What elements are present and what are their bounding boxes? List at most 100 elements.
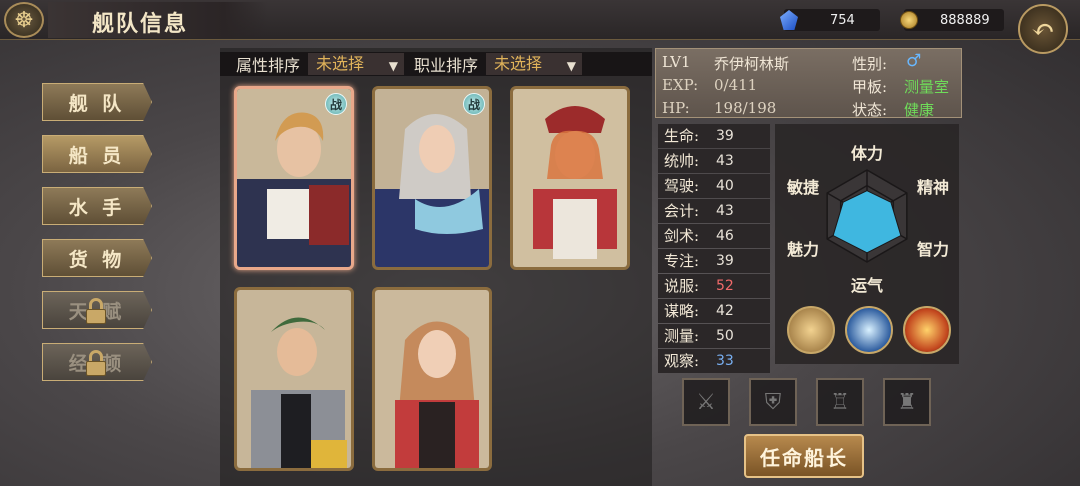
deck-label: 甲板:: [852, 78, 888, 96]
sidebar-item-crew[interactable]: 船 员: [42, 135, 152, 173]
crew-card[interactable]: 战: [234, 86, 354, 270]
status-label: 状态:: [852, 101, 888, 119]
status-value: 健康: [904, 101, 935, 119]
battle-badge: 战: [463, 93, 485, 115]
fire-skill-icon[interactable]: [903, 306, 951, 354]
crew-portrait: [375, 89, 489, 267]
deck-value: 测量室: [904, 78, 950, 96]
stat-value: 40: [716, 177, 734, 194]
stat-value: 42: [716, 302, 734, 319]
exp-label: EXP:: [662, 76, 699, 94]
radar-label: 体力: [851, 144, 884, 163]
job-sort-label: 职业排序: [414, 56, 479, 75]
gold-counter: 888889: [904, 9, 1004, 31]
stat-name: 会计:: [664, 202, 700, 221]
radar-label: 精神: [917, 178, 950, 197]
radar-label: 运气: [851, 276, 884, 295]
ship-wheel-icon[interactable]: ☸: [4, 2, 44, 38]
stat-value: 50: [716, 327, 734, 344]
stat-name: 说服:: [664, 277, 700, 296]
stat-name: 观察:: [664, 352, 700, 371]
radar-panel: 体力 精神 智力 运气 魅力 敏捷: [775, 124, 959, 364]
stat-name: 谋略:: [664, 302, 700, 321]
crew-portrait: [237, 89, 351, 267]
stat-row: 说服: 52: [658, 274, 770, 298]
crew-card[interactable]: [510, 86, 630, 270]
crate-skill-icon[interactable]: [787, 306, 835, 354]
sidebar-item-talent[interactable]: 天 赋: [42, 291, 152, 329]
sidebar-item-label: 船 员: [68, 144, 126, 167]
back-arrow-icon: ↶: [1031, 12, 1055, 46]
stat-row: 观察: 33: [658, 349, 770, 373]
male-icon: ♂: [906, 51, 922, 71]
stat-name: 剑术:: [664, 227, 700, 246]
crew-card[interactable]: [234, 287, 354, 471]
sidebar-item-cargo[interactable]: 货 物: [42, 239, 152, 277]
stat-name: 测量:: [664, 327, 700, 346]
crew-portrait: [375, 290, 489, 468]
gender-label: 性别:: [852, 55, 888, 73]
wind-skill-icon[interactable]: [845, 306, 893, 354]
level-label: LV1: [662, 53, 691, 71]
character-info-card: LV1 乔伊柯林斯 EXP: 0/411 HP: 198/198 性别: ♂ 甲…: [655, 48, 962, 119]
stat-row: 谋略: 42: [658, 299, 770, 323]
sort-bar: 属性排序 未选择 ▼ 职业排序 未选择 ▼: [220, 52, 652, 76]
stat-value: 43: [716, 202, 734, 219]
gold-count: 888889: [940, 12, 990, 28]
stat-row: 专注: 39: [658, 249, 770, 273]
stat-row: 剑术: 46: [658, 224, 770, 248]
stat-row: 统帅: 43: [658, 149, 770, 173]
cup-slot-icon[interactable]: ♖: [816, 378, 864, 426]
radar-label: 智力: [917, 240, 950, 259]
radar-label: 魅力: [787, 240, 820, 259]
crew-card[interactable]: 战: [372, 86, 492, 270]
attr-sort-label: 属性排序: [236, 56, 301, 75]
crew-portrait: [237, 290, 351, 468]
stat-value: 43: [716, 152, 734, 169]
sword-slot-icon[interactable]: ⚔: [682, 378, 730, 426]
sidebar-item-label: 水 手: [68, 196, 126, 219]
sidebar-item-sailors[interactable]: 水 手: [42, 187, 152, 225]
job-sort-value: 未选择: [494, 54, 543, 73]
stat-value: 52: [716, 277, 734, 294]
stat-row: 生命: 39: [658, 124, 770, 148]
job-sort-dropdown[interactable]: 未选择 ▼: [486, 53, 583, 75]
exp-value: 0/411: [714, 76, 758, 94]
attr-sort-value: 未选择: [316, 54, 365, 73]
chevron-down-icon: ▼: [388, 59, 399, 73]
sidebar-item-locked[interactable]: 经 顿: [42, 343, 152, 381]
lock-icon: [83, 350, 109, 376]
stat-row: 会计: 43: [658, 199, 770, 223]
stat-name: 生命:: [664, 127, 700, 146]
appoint-captain-button[interactable]: 任命船长: [744, 434, 864, 478]
battle-badge: 战: [325, 93, 347, 115]
attr-sort-dropdown[interactable]: 未选择 ▼: [308, 53, 405, 75]
lock-icon: [83, 298, 109, 324]
stat-name: 统帅:: [664, 152, 700, 171]
sidebar-item-label: 舰 队: [68, 92, 126, 115]
back-button[interactable]: ↶: [1018, 4, 1068, 54]
stat-name: 专注:: [664, 252, 700, 271]
armor-slot-icon[interactable]: ⛨: [749, 378, 797, 426]
hp-value: 198/198: [714, 99, 777, 117]
appoint-captain-label: 任命船长: [760, 445, 848, 470]
gem-counter: 754: [784, 9, 880, 31]
chevron-down-icon: ▼: [566, 59, 577, 73]
crew-portrait: [513, 89, 627, 267]
stat-value: 39: [716, 252, 734, 269]
crew-card[interactable]: [372, 287, 492, 471]
stats-list: 生命: 39 统帅: 43 驾驶: 40 会计: 43 剑术: 46 专注: 39 说服: 5…: [658, 124, 770, 374]
page-title: 舰队信息: [92, 11, 189, 37]
hp-label: HP:: [662, 99, 690, 117]
stat-row: 测量: 50: [658, 324, 770, 348]
sidebar-item-label: 货 物: [68, 248, 126, 271]
stat-value: 39: [716, 127, 734, 144]
coin-icon: [900, 11, 918, 29]
gem-count: 754: [830, 12, 855, 28]
stat-name: 驾驶:: [664, 177, 700, 196]
stat-value: 46: [716, 227, 734, 244]
stat-row: 驾驶: 40: [658, 174, 770, 198]
character-name: 乔伊柯林斯: [714, 55, 790, 73]
sidebar-item-fleet[interactable]: 舰 队: [42, 83, 152, 121]
goblet-slot-icon[interactable]: ♜: [883, 378, 931, 426]
